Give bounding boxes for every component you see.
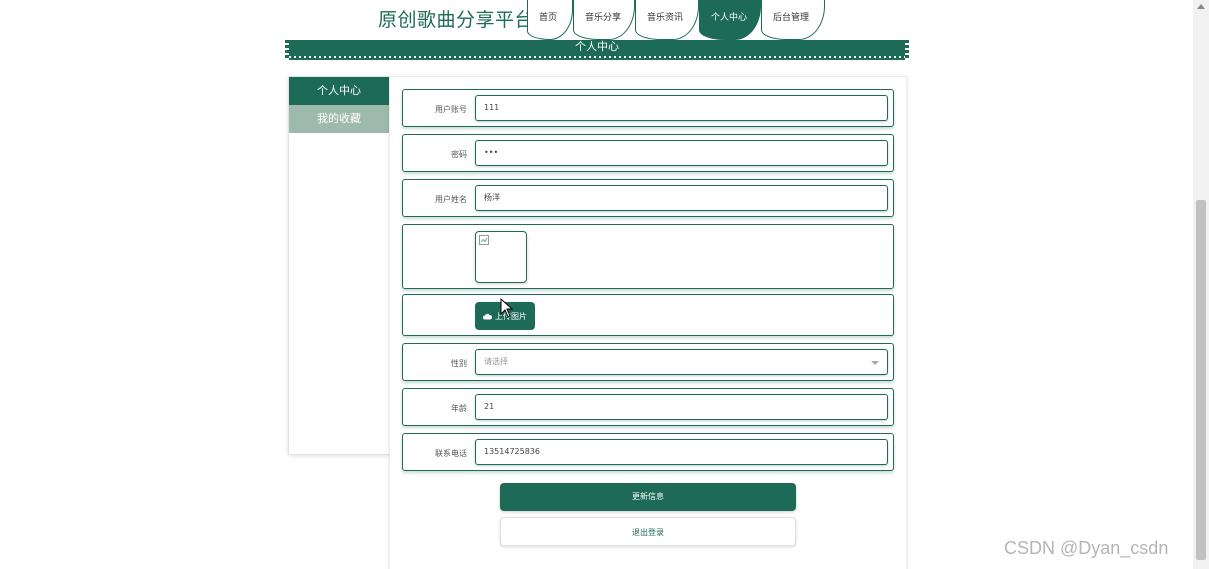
chevron-down-icon: [871, 361, 879, 365]
username-input[interactable]: 111: [475, 95, 888, 121]
form-row-fullname: 用户姓名 杨洋: [402, 179, 894, 217]
fullname-input[interactable]: 杨洋: [475, 185, 888, 211]
sidebar-item-favorites[interactable]: 我的收藏: [289, 105, 389, 133]
sidebar-item-personal-center[interactable]: 个人中心: [289, 77, 389, 105]
gender-select-value: 请选择: [484, 357, 508, 366]
page-scrollbar[interactable]: [1193, 0, 1209, 569]
nav-tab-music-news[interactable]: 音乐资讯: [635, 0, 699, 40]
site-title: 原创歌曲分享平台: [378, 9, 535, 31]
username-label: 用户账号: [435, 105, 467, 114]
avatar-preview: [475, 231, 527, 283]
logout-button[interactable]: 退出登录: [500, 517, 796, 546]
watermark: CSDN @Dyan_csdn: [1004, 538, 1169, 558]
profile-form: 用户账号 111 密码 ••• 用户姓名 杨洋 上传图片 性别 请选择 年龄 2…: [389, 76, 907, 569]
banner-title: 个人中心: [575, 40, 619, 53]
gender-select[interactable]: 请选择: [475, 349, 888, 375]
nav-tab-music-share[interactable]: 音乐分享: [573, 0, 635, 40]
banner-dots: [289, 56, 905, 58]
age-input[interactable]: 21: [475, 394, 888, 420]
form-row-username: 用户账号 111: [402, 89, 894, 127]
nav-tab-admin[interactable]: 后台管理: [761, 0, 825, 40]
nav-tab-home[interactable]: 首页: [527, 0, 573, 40]
scrollbar-thumb[interactable]: [1196, 200, 1206, 560]
nav-tab-personal-center[interactable]: 个人中心: [699, 0, 761, 40]
form-row-password: 密码 •••: [402, 134, 894, 172]
form-row-phone: 联系电话 13514725836: [402, 433, 894, 471]
phone-label: 联系电话: [435, 449, 467, 458]
sidebar: 个人中心 我的收藏: [288, 76, 390, 455]
form-row-age: 年龄 21: [402, 388, 894, 426]
cloud-upload-icon: [483, 313, 492, 319]
form-row-upload: 上传图片: [402, 294, 894, 336]
age-label: 年龄: [451, 404, 467, 413]
form-row-avatar: [402, 224, 894, 289]
update-info-button[interactable]: 更新信息: [500, 483, 796, 511]
form-row-gender: 性别 请选择: [402, 343, 894, 381]
phone-input[interactable]: 13514725836: [475, 439, 888, 465]
password-input[interactable]: •••: [475, 140, 888, 166]
fullname-label: 用户姓名: [435, 195, 467, 204]
scroll-up-arrow-icon[interactable]: [1197, 4, 1205, 9]
page: 原创歌曲分享平台 首页 音乐分享 音乐资讯 个人中心 后台管理 个人中心 个人中…: [0, 0, 1209, 569]
mouse-cursor-icon: [500, 298, 514, 318]
password-label: 密码: [451, 150, 467, 159]
page-banner: 个人中心: [285, 40, 909, 60]
broken-image-icon: [479, 235, 489, 245]
gender-label: 性别: [451, 359, 467, 368]
